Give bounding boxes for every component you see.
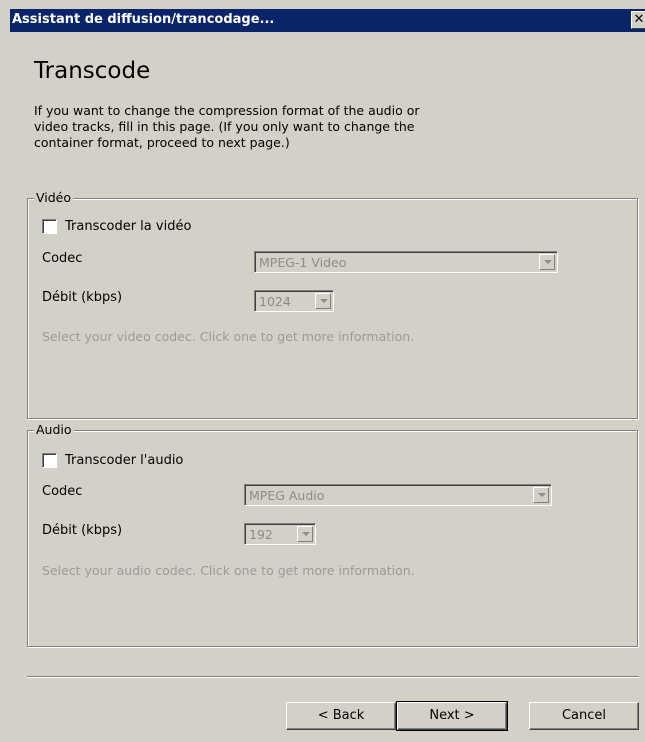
- page-description: If you want to change the compression fo…: [34, 103, 420, 150]
- video-bitrate-label: Débit (kbps): [42, 290, 123, 305]
- next-button[interactable]: Next >: [396, 701, 508, 731]
- close-icon: ✕: [633, 12, 645, 27]
- transcode-video-label: Transcoder la vidéo: [65, 219, 192, 234]
- video-bitrate-select[interactable]: 1024: [254, 290, 334, 312]
- transcode-audio-checkbox[interactable]: [42, 453, 57, 468]
- audio-group-legend: Audio: [34, 422, 74, 437]
- chevron-down-icon[interactable]: [297, 526, 313, 542]
- audio-codec-select[interactable]: MPEG Audio: [244, 484, 552, 506]
- audio-codec-label: Codec: [42, 484, 83, 499]
- audio-bitrate-value: 192: [249, 527, 273, 542]
- chevron-down-icon[interactable]: [539, 254, 555, 270]
- window-title: Assistant de diffusion/trancodage...: [12, 12, 275, 27]
- transcode-audio-option[interactable]: Transcoder l'audio: [42, 453, 183, 468]
- video-codec-value: MPEG-1 Video: [259, 255, 347, 270]
- video-bitrate-value: 1024: [259, 294, 291, 309]
- audio-bitrate-label: Débit (kbps): [42, 523, 123, 538]
- close-button[interactable]: ✕: [631, 11, 645, 29]
- transcode-video-option[interactable]: Transcoder la vidéo: [42, 219, 191, 234]
- page-title: Transcode: [34, 58, 151, 84]
- audio-codec-help: Select your audio codec. Click one to ge…: [42, 563, 415, 578]
- video-codec-help: Select your video codec. Click one to ge…: [42, 329, 415, 344]
- audio-bitrate-select[interactable]: 192: [244, 523, 316, 545]
- transcode-video-checkbox[interactable]: [42, 219, 57, 234]
- audio-codec-value: MPEG Audio: [249, 488, 325, 503]
- footer-separator: [27, 676, 639, 678]
- transcode-wizard-window: Assistant de diffusion/trancodage... ✕ T…: [0, 0, 645, 742]
- video-group-legend: Vidéo: [34, 190, 74, 205]
- video-codec-select[interactable]: MPEG-1 Video: [254, 251, 558, 273]
- video-codec-label: Codec: [42, 251, 83, 266]
- title-bar[interactable]: Assistant de diffusion/trancodage... ✕: [10, 9, 645, 32]
- cancel-button[interactable]: Cancel: [529, 702, 639, 730]
- back-button[interactable]: < Back: [286, 702, 396, 730]
- chevron-down-icon[interactable]: [533, 487, 549, 503]
- transcode-audio-label: Transcoder l'audio: [65, 453, 184, 468]
- chevron-down-icon[interactable]: [315, 293, 331, 309]
